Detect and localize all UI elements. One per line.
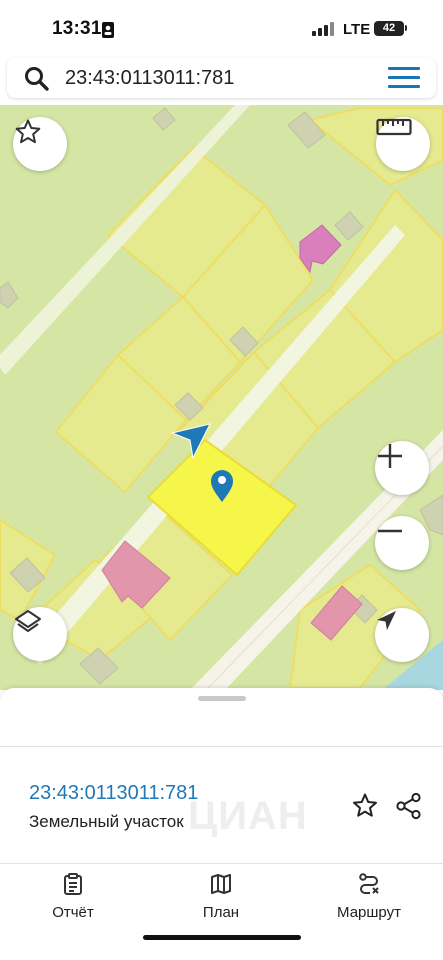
tab-route[interactable]: Маршрут [309, 864, 429, 934]
tab-report-label: Отчёт [52, 904, 94, 921]
report-clipboard-icon [64, 873, 82, 895]
star-icon [15, 119, 41, 144]
battery-level: 42 [382, 22, 396, 34]
zoom-in-icon [378, 444, 402, 468]
search-input[interactable]: 23:43:0113011:781 [65, 67, 234, 90]
object-card-sheet[interactable]: ЦИАН 23:43:0113011:781 Земельный участок… [0, 688, 443, 960]
object-type-label: Земельный участок [29, 812, 184, 831]
tab-route-label: Маршрут [337, 904, 401, 921]
contact-card-icon [102, 22, 114, 38]
favorite-button[interactable] [13, 117, 67, 171]
measure-button[interactable] [376, 117, 430, 171]
my-location-button[interactable] [375, 608, 429, 662]
map-canvas[interactable] [0, 105, 443, 690]
layers-button[interactable] [13, 607, 67, 661]
route-icon [359, 873, 379, 894]
cadastral-number-link[interactable]: 23:43:0113011:781 [29, 782, 198, 805]
network-type: LTE [343, 21, 371, 38]
home-indicator[interactable] [143, 935, 301, 940]
search-bar[interactable]: 23:43:0113011:781 [7, 58, 436, 98]
tab-plan[interactable]: План [161, 864, 281, 934]
zoom-out-button[interactable] [375, 516, 429, 570]
ruler-icon [376, 118, 412, 136]
sheet-drag-handle[interactable] [198, 696, 246, 701]
zoom-in-button[interactable] [375, 441, 429, 495]
zoom-out-icon [378, 529, 402, 533]
search-icon[interactable] [23, 65, 51, 93]
location-arrow-icon [377, 611, 396, 630]
share-icon[interactable] [395, 792, 423, 820]
battery-tip [405, 25, 407, 31]
layers-icon [15, 610, 41, 632]
divider [0, 746, 443, 747]
map-view[interactable] [0, 105, 443, 690]
cellular-signal-icon [312, 22, 336, 36]
battery-icon: 42 [374, 21, 404, 36]
watermark: ЦИАН [188, 794, 308, 838]
tab-report[interactable]: Отчёт [13, 864, 133, 934]
tab-plan-label: План [202, 904, 240, 921]
map-plan-icon [211, 874, 231, 894]
star-icon[interactable] [351, 792, 379, 820]
status-time: 13:31 [52, 18, 102, 39]
status-bar: 13:31 LTE 42 [0, 0, 443, 58]
menu-button[interactable] [388, 67, 420, 89]
